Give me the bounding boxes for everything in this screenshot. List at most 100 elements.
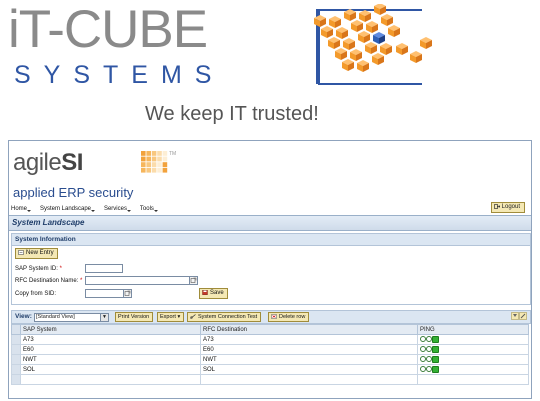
copy-sid-value-help-button[interactable] [123, 289, 132, 298]
table-row[interactable]: E60 E60 [11, 344, 529, 355]
table-settings-icon[interactable] [511, 312, 527, 320]
logo-square [157, 151, 162, 156]
cell-ping [417, 334, 529, 345]
connection-test-label: System Connection Test [198, 314, 258, 320]
table-toolbar: View: [Standard View] ▼ Print Version Ex… [11, 310, 531, 324]
menu-system-landscape[interactable]: System Landscape [40, 206, 96, 212]
row-selector[interactable] [11, 354, 21, 365]
value-help-icon [190, 277, 197, 283]
row-selector[interactable] [11, 364, 21, 375]
table-row[interactable]: A73 A73 [11, 334, 529, 345]
system-table: SAP System RFC Destination PING A73 A73 … [11, 324, 529, 385]
section-title: System Information [15, 236, 76, 243]
cube [372, 53, 384, 65]
empty-cell [200, 374, 418, 385]
logo-square [146, 167, 151, 173]
chevron-down-icon: ▼ [100, 314, 108, 321]
cell-sap-system: E60 [20, 344, 201, 355]
section-title-bar: System Information [12, 234, 530, 246]
menu-bar: Home System Landscape Services Tools [11, 205, 527, 215]
cell-ping [417, 344, 529, 355]
agilesi-grid-icon [141, 151, 168, 173]
logo-square [162, 167, 168, 173]
value-help-icon [124, 290, 131, 296]
cube [420, 37, 432, 49]
empty-cell [20, 374, 201, 385]
cube [342, 59, 354, 71]
cell-ping [417, 354, 529, 365]
page-header: System Landscape [9, 215, 531, 231]
select-all-cell[interactable] [11, 324, 21, 335]
table-row[interactable]: NWT NWT [11, 354, 529, 365]
ping-status-icon [432, 335, 439, 343]
save-icon [202, 290, 208, 295]
cube [350, 49, 362, 61]
logo-square [146, 151, 151, 156]
column-header-ping[interactable]: PING [417, 324, 529, 335]
column-header-rfc-destination[interactable]: RFC Destination [200, 324, 418, 335]
print-version-button[interactable]: Print Version [115, 312, 154, 322]
rfc-destination-input[interactable] [85, 276, 191, 285]
logo-square [162, 156, 168, 162]
empty-cell [417, 374, 529, 385]
cell-rfc-destination: NWT [200, 354, 418, 365]
logo-square [146, 156, 151, 162]
delete-row-button[interactable]: Delete row [268, 312, 310, 322]
cell-sap-system: NWT [20, 354, 201, 365]
export-label: Export [160, 314, 176, 320]
cube [374, 4, 386, 15]
company-subtitle: SYSTEMS [14, 61, 225, 89]
system-connection-test-button[interactable]: System Connection Test [187, 312, 262, 322]
logo-square [141, 156, 146, 162]
logout-button[interactable]: Logout [490, 202, 525, 213]
cube [373, 32, 385, 44]
cube-logo-icon [314, 4, 432, 72]
row-selector[interactable] [11, 334, 21, 345]
view-select[interactable]: [Standard View] ▼ [34, 313, 109, 322]
logo-square [162, 151, 168, 156]
rfc-value-help-button[interactable] [189, 276, 198, 285]
sap-system-id-input[interactable] [85, 264, 123, 273]
column-header-sap-system[interactable]: SAP System [20, 324, 201, 335]
rfc-destination-label: RFC Destination Name: * [15, 278, 83, 284]
logo-square [151, 162, 157, 167]
cell-rfc-destination: E60 [200, 344, 418, 355]
menu-tools[interactable]: Tools [140, 206, 158, 212]
cube [336, 27, 348, 39]
logo-square [146, 162, 151, 167]
required-mark: * [80, 278, 83, 284]
table-row-empty [11, 374, 529, 385]
new-entry-button[interactable]: New Entry [15, 248, 58, 259]
cell-sap-system: A73 [20, 334, 201, 345]
menu-services[interactable]: Services [104, 206, 131, 212]
cube [396, 43, 408, 55]
row-selector[interactable] [11, 344, 21, 355]
logo-square [157, 162, 162, 167]
export-button[interactable]: Export ▾ [157, 312, 185, 322]
table-header-row: SAP System RFC Destination PING [11, 324, 529, 335]
cube [343, 38, 355, 50]
ping-status-icon [432, 345, 439, 353]
menu-home[interactable]: Home [11, 206, 32, 212]
logout-label: Logout [501, 204, 520, 210]
cell-rfc-destination: A73 [200, 334, 418, 345]
row-selector [11, 374, 21, 385]
view-label: View: [15, 313, 32, 320]
cube [321, 26, 333, 38]
save-button[interactable]: Save [199, 288, 228, 299]
cube [357, 60, 369, 72]
cube [314, 15, 326, 27]
logo-square [151, 156, 157, 162]
logo-square [141, 151, 146, 156]
cell-rfc-destination: SOL [200, 364, 418, 375]
cube [380, 43, 392, 55]
cube [329, 16, 341, 28]
view-select-value: [Standard View] [36, 314, 75, 320]
slogan: We keep IT trusted! [145, 103, 319, 125]
table-row[interactable]: SOL SOL [11, 364, 529, 375]
copy-from-sid-input[interactable] [85, 289, 125, 298]
trademark: TM [169, 151, 177, 157]
cube [366, 21, 378, 33]
logo-square [141, 167, 146, 173]
cube [388, 25, 400, 37]
